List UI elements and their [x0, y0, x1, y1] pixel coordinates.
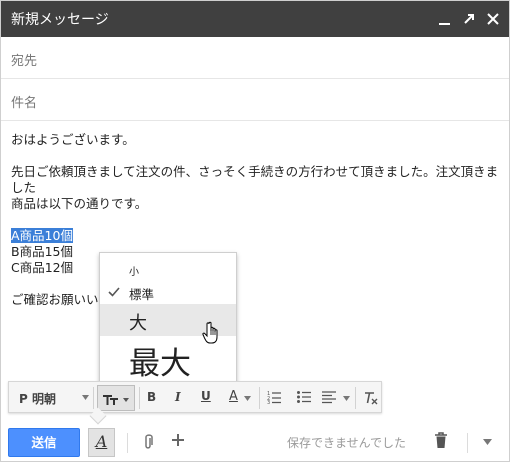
italic-button[interactable]: I — [175, 390, 181, 414]
numbered-list-icon[interactable]: 1 2 3 — [267, 390, 281, 404]
font-size-option-label: 大 — [129, 313, 147, 334]
chevron-down-icon[interactable] — [483, 439, 492, 445]
send-button[interactable]: 送信 — [8, 428, 80, 457]
font-size-option-small[interactable]: 小 — [100, 262, 236, 278]
bulleted-list-icon[interactable] — [297, 390, 311, 404]
compose-title: 新規メッセージ — [11, 12, 109, 28]
chevron-down-icon — [82, 395, 89, 400]
popout-icon[interactable] — [461, 11, 477, 27]
remove-formatting-icon[interactable] — [363, 390, 379, 406]
text-size-icon — [103, 395, 129, 405]
body-greeting: おはようございます。 — [11, 132, 135, 147]
plus-icon[interactable] — [171, 433, 185, 447]
font-size-button[interactable] — [97, 385, 135, 411]
paperclip-icon[interactable] — [141, 433, 155, 451]
font-size-option-label: 小 — [129, 267, 139, 278]
subject-field[interactable]: 件名 — [1, 79, 509, 121]
trash-icon[interactable] — [434, 432, 448, 449]
to-placeholder: 宛先 — [11, 54, 38, 69]
font-size-option-label: 標準 — [129, 287, 155, 302]
chevron-down-icon — [244, 396, 251, 401]
bold-button[interactable]: B — [147, 390, 156, 414]
compose-bottom-bar: 送信 A 保存できませんでした — [1, 421, 509, 461]
compose-window: 新規メッセージ 宛先 件名 おはようございます。 先日ご依頼頂きまして注文の件、… — [0, 0, 510, 462]
body-closing: ご確認お願いい — [11, 292, 99, 307]
font-size-option-normal[interactable]: 標準 — [100, 281, 236, 303]
body-item: C商品12個 — [11, 260, 74, 275]
text-color-button[interactable]: A — [227, 388, 253, 410]
close-icon[interactable] — [485, 11, 501, 27]
underline-button[interactable]: U — [201, 389, 211, 413]
compose-titlebar[interactable]: 新規メッセージ — [1, 1, 509, 37]
save-status: 保存できませんでした — [287, 436, 407, 450]
font-name-select[interactable]: P 明朝 — [19, 390, 56, 414]
minimize-icon[interactable] — [437, 11, 453, 27]
checkmark-icon — [108, 287, 120, 297]
font-size-option-label: 最大 — [129, 346, 191, 382]
align-icon[interactable] — [322, 390, 336, 404]
to-field[interactable]: 宛先 — [1, 37, 509, 79]
hand-cursor-icon — [202, 321, 218, 344]
subject-placeholder: 件名 — [11, 96, 38, 111]
chevron-down-icon — [343, 396, 350, 401]
body-item: B商品15個 — [11, 244, 73, 259]
body-paragraph-line1: 先日ご依頼頂きまして注文の件、さっそく手続きの方行わせて頂きました。注文頂きまし… — [11, 164, 499, 195]
body-item-selected: A商品10個 — [11, 228, 73, 243]
text-color-label: A — [229, 389, 238, 404]
font-size-menu: 小 標準 大 最大 — [99, 252, 237, 384]
formatting-toolbar: P 明朝 B I U A 1 2 3 — [8, 381, 382, 413]
body-paragraph-line2: 商品は以下の通りです。 — [11, 196, 148, 211]
svg-text:3: 3 — [267, 400, 270, 404]
message-body[interactable]: おはようございます。 先日ご依頼頂きまして注文の件、さっそく手続きの方行わせて頂… — [11, 132, 501, 308]
formatting-toggle-button[interactable]: A — [88, 428, 115, 457]
